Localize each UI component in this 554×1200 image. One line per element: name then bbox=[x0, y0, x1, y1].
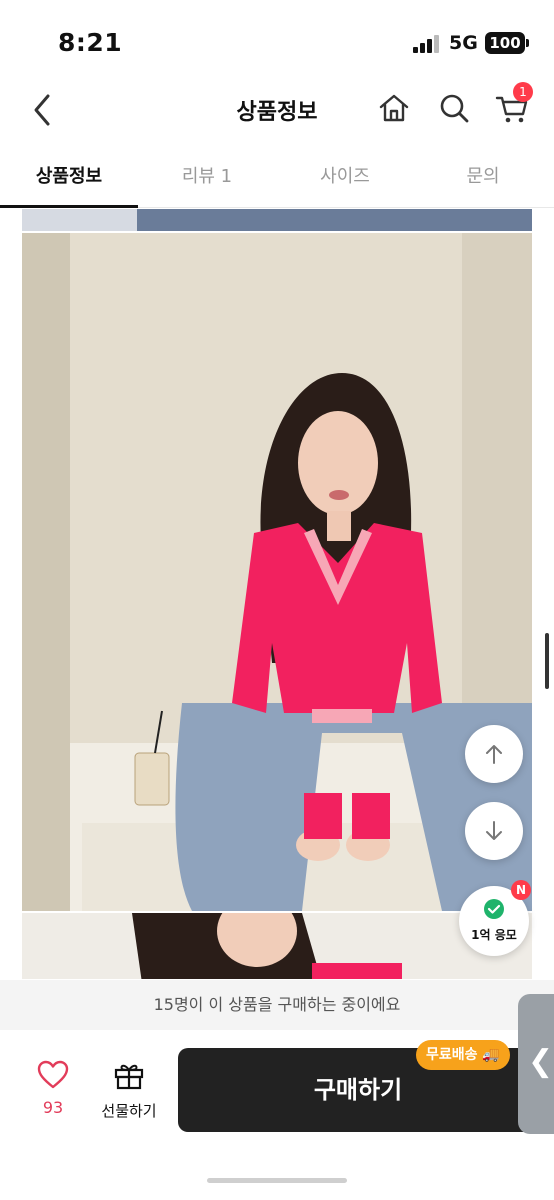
tab-reviews[interactable]: 리뷰 1 bbox=[138, 162, 276, 188]
status-time: 8:21 bbox=[58, 28, 123, 57]
check-badge-icon bbox=[484, 899, 504, 919]
side-panel-handle[interactable]: ❮ bbox=[518, 994, 554, 1134]
gift-label: 선물하기 bbox=[101, 1102, 157, 1120]
product-photo bbox=[22, 233, 532, 911]
tab-inquiry[interactable]: 문의 bbox=[414, 162, 552, 188]
scroll-down-button[interactable] bbox=[465, 802, 523, 860]
arrow-up-icon bbox=[486, 745, 502, 764]
battery-icon: 100 bbox=[485, 32, 529, 54]
signal-icon bbox=[413, 35, 441, 53]
product-detail-content bbox=[0, 209, 554, 979]
purchase-activity-notice: 15명이 이 상품을 구매하는 중이에요 bbox=[0, 980, 554, 1030]
heart-icon bbox=[37, 1060, 69, 1089]
arrow-down-icon bbox=[486, 821, 502, 840]
search-icon bbox=[440, 94, 469, 123]
network-label: 5G bbox=[449, 32, 478, 54]
tab-size[interactable]: 사이즈 bbox=[276, 162, 414, 188]
home-icon bbox=[379, 94, 409, 122]
top-header: 상품정보 1 bbox=[0, 80, 554, 140]
scrollbar[interactable] bbox=[545, 633, 549, 689]
gift-icon bbox=[114, 1064, 144, 1090]
search-button[interactable] bbox=[436, 90, 472, 126]
tab-bar: 상품정보 리뷰 1 사이즈 문의 bbox=[0, 150, 554, 208]
home-button[interactable] bbox=[376, 90, 412, 126]
like-count: 93 bbox=[42, 1098, 64, 1117]
event-label: 1억 응모 bbox=[471, 928, 517, 942]
home-indicator bbox=[207, 1178, 347, 1183]
new-badge: N bbox=[511, 880, 531, 900]
product-photo-next bbox=[22, 913, 532, 979]
tab-active-indicator bbox=[0, 205, 138, 208]
tab-product-info[interactable]: 상품정보 bbox=[0, 162, 138, 188]
free-shipping-label: 무료배송 bbox=[426, 1047, 478, 1063]
free-shipping-badge: 무료배송 🚚 bbox=[416, 1040, 510, 1070]
scroll-up-button[interactable] bbox=[465, 725, 523, 783]
cart-count-badge: 1 bbox=[513, 82, 533, 102]
product-photo-previous bbox=[22, 209, 532, 231]
like-button[interactable]: 93 bbox=[30, 1060, 76, 1117]
gift-button[interactable]: 선물하기 bbox=[96, 1060, 162, 1121]
status-bar: 8:21 5G 100 bbox=[0, 0, 554, 80]
truck-icon: 🚚 bbox=[482, 1047, 500, 1063]
chevron-left-icon: ❮ bbox=[528, 1044, 554, 1079]
